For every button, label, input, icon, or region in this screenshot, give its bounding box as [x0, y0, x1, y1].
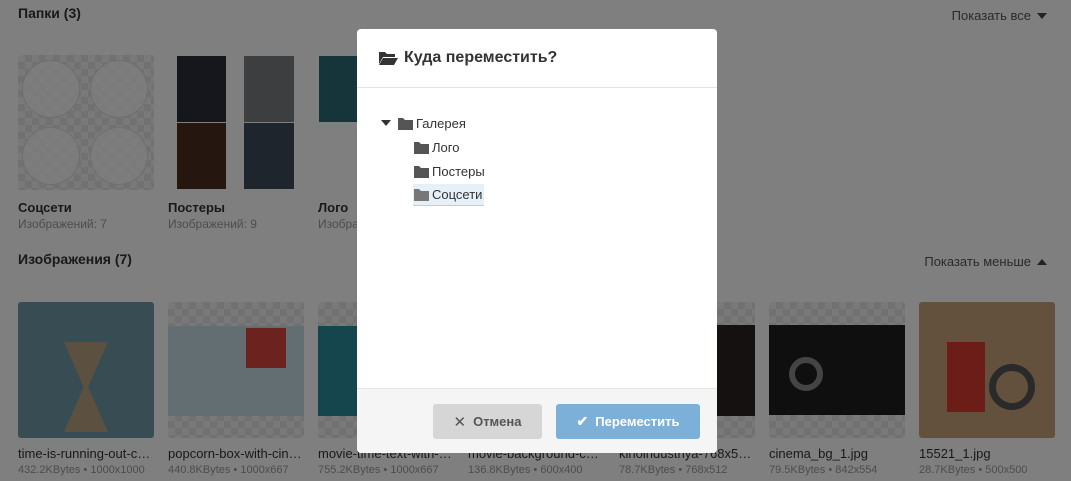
tree-node-label: Галерея: [416, 115, 466, 131]
check-icon: ✔: [576, 413, 589, 429]
tree-node-socials-selected[interactable]: Соцсети: [413, 184, 485, 206]
dialog-footer: ✕ Отмена ✔ Переместить: [357, 388, 717, 453]
move-button[interactable]: ✔ Переместить: [556, 404, 700, 439]
folder-open-icon: [379, 52, 398, 65]
tree-node-label: Постеры: [432, 163, 485, 179]
dialog-title: Куда переместить?: [404, 49, 558, 66]
folder-icon: [398, 117, 413, 130]
caret-down-icon[interactable]: [381, 120, 391, 126]
tree-node-label: Лого: [432, 139, 460, 155]
folder-icon: [414, 189, 429, 201]
move-dialog: Куда переместить? Галерея Лого Постеры С…: [357, 29, 717, 453]
cancel-button-label: Отмена: [473, 414, 522, 429]
cancel-button[interactable]: ✕ Отмена: [433, 404, 542, 439]
folder-icon: [414, 141, 429, 154]
tree-node-logo[interactable]: Лого: [414, 136, 459, 158]
dialog-header: Куда переместить?: [357, 29, 717, 88]
close-icon: ✕: [453, 413, 467, 431]
folder-icon: [414, 165, 429, 178]
tree-node-posters[interactable]: Постеры: [414, 160, 485, 182]
folder-tree: Галерея Лого Постеры Соцсети: [357, 88, 717, 388]
tree-node-label: Соцсети: [432, 187, 483, 202]
tree-node-gallery[interactable]: Галерея: [381, 112, 466, 134]
move-button-label: Переместить: [595, 414, 680, 429]
